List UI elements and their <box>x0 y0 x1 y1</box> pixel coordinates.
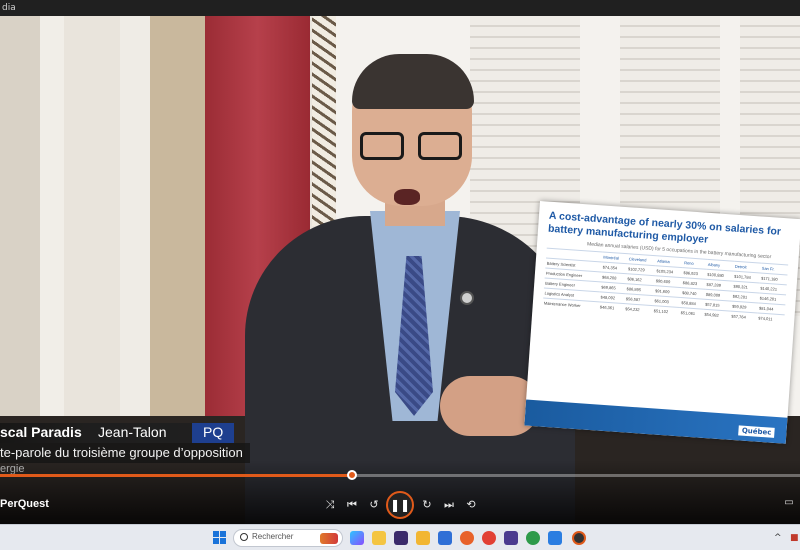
speaker-name: scal Paradis <box>0 424 82 440</box>
wood-panel <box>150 16 205 436</box>
table-cell: $54,232 <box>623 303 654 316</box>
speaker-riding: Jean-Talon <box>98 424 167 440</box>
pause-button[interactable]: ❚❚ <box>386 491 414 519</box>
copilot-icon[interactable] <box>350 531 364 545</box>
salary-table: Montréal Cleveland Atlanta Reno Albany Detroi… <box>542 248 789 325</box>
table-cell: $74,011 <box>756 312 785 325</box>
browser-icon[interactable] <box>526 531 540 545</box>
window-title-bar[interactable]: dia <box>0 0 800 16</box>
search-highlight-image <box>320 533 338 544</box>
firefox-icon[interactable] <box>460 531 474 545</box>
pillar <box>40 16 64 436</box>
app-icon[interactable] <box>372 531 386 545</box>
app-label: PerQuest <box>0 498 49 510</box>
mini-player-icon[interactable]: ▭ <box>780 497 798 511</box>
table-cell: $54,982 <box>703 309 731 321</box>
window-title: dia <box>2 3 16 13</box>
taskbar-search[interactable]: Rechercher <box>233 529 343 547</box>
mouth <box>394 189 420 205</box>
app-icon[interactable] <box>548 531 562 545</box>
document-title: A cost-advantage of nearly 30% on salari… <box>547 209 782 246</box>
pillar <box>120 16 150 436</box>
speaker-party: PQ <box>203 424 224 440</box>
speaker-role: te-parole du troisième groupe d’oppositi… <box>0 445 243 460</box>
seek-handle[interactable] <box>347 470 357 480</box>
chrome-icon[interactable] <box>482 531 496 545</box>
tray-app-icon[interactable]: ■ <box>790 533 799 543</box>
media-player-icon[interactable] <box>572 531 586 545</box>
calendar-icon[interactable] <box>438 531 452 545</box>
twisted-column <box>312 16 336 226</box>
app-icon[interactable] <box>504 531 518 545</box>
lapel-pin <box>460 291 474 305</box>
table-cell: $51,102 <box>652 305 681 318</box>
table-cell: $57,764 <box>730 311 758 323</box>
held-document: A cost-advantage of nearly 30% on salari… <box>524 201 800 444</box>
start-button[interactable] <box>213 531 227 545</box>
tray-chevron-icon[interactable]: ^ <box>774 533 782 543</box>
table-cell: $46,361 <box>598 301 625 314</box>
next-icon[interactable]: ⏭ <box>440 497 458 513</box>
file-explorer-icon[interactable] <box>416 531 430 545</box>
search-placeholder: Rechercher <box>252 532 294 541</box>
shuffle-icon[interactable]: ⤨ <box>321 497 339 513</box>
previous-icon[interactable]: ⏮ <box>343 497 361 513</box>
audition-icon[interactable] <box>394 531 408 545</box>
seek-bar-progress <box>0 474 352 477</box>
forward-30-icon[interactable]: ↻ <box>418 497 436 513</box>
glasses <box>360 132 468 162</box>
search-icon <box>240 533 248 541</box>
repeat-off-icon[interactable]: ⟲ <box>462 497 480 513</box>
rewind-10-icon[interactable]: ↺ <box>365 497 383 513</box>
taskbar: Rechercher ^ ■ <box>0 524 800 550</box>
table-cell: $51,061 <box>679 307 704 319</box>
